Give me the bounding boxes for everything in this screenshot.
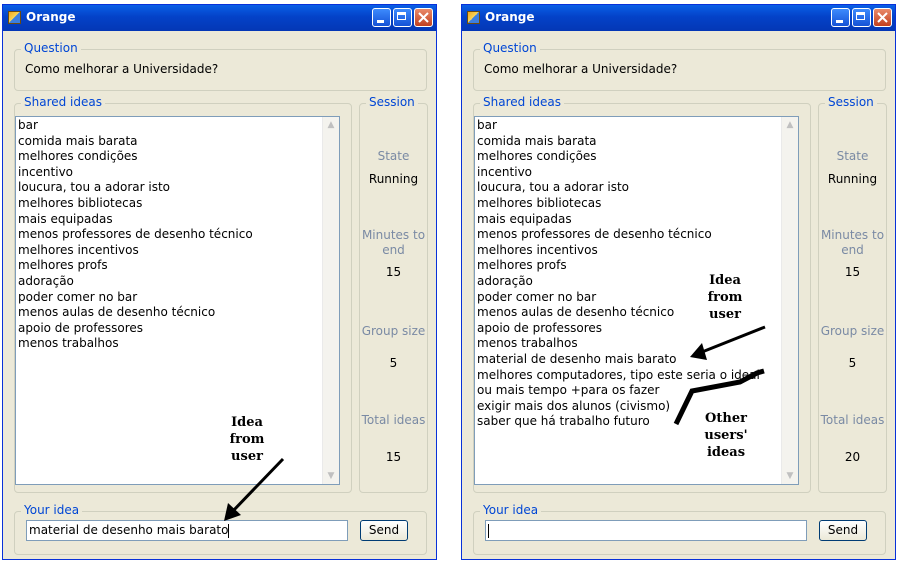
bracket-line-icon bbox=[673, 368, 765, 426]
annotation-arrows bbox=[224, 325, 766, 521]
arrow-icon bbox=[690, 325, 766, 360]
arrow-icon bbox=[224, 457, 285, 521]
